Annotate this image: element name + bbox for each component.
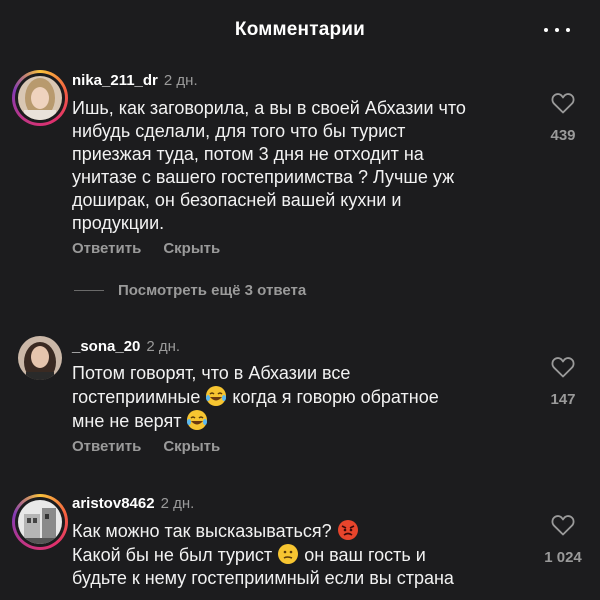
username[interactable]: aristov8462: [72, 495, 155, 512]
comment-line: Ишь, как заговорила, а вы в своей Абхази…: [72, 98, 466, 118]
reply-button[interactable]: Ответить: [72, 438, 141, 455]
comment-line: унитазе с вашего гостеприимства ? Лучше …: [72, 167, 455, 187]
comments-screen: Комментарии nika_211_dr 2 дн. Ишь, как з…: [0, 0, 600, 600]
reply-button[interactable]: Ответить: [72, 240, 141, 257]
divider-line: [74, 290, 104, 291]
like-count: 439: [550, 127, 576, 144]
more-options-icon[interactable]: [544, 20, 570, 40]
comment-time: 2 дн.: [163, 72, 198, 89]
comment-line: мне не верят: [72, 409, 512, 433]
comment-line: гостеприимные когда я говорю обратное: [72, 385, 512, 409]
angry-face-emoji-icon: [337, 520, 358, 540]
like-control: 147: [533, 356, 593, 408]
comment-fragment: Как можно так высказываться?: [72, 521, 332, 541]
comments-header: Комментарии: [0, 0, 600, 60]
comment-line: Как можно так высказываться?: [72, 519, 512, 543]
hide-button[interactable]: Скрыть: [163, 240, 220, 257]
comment-line: будьте к нему гостеприимный если вы стра…: [72, 568, 454, 588]
comment-text: Потом говорят, что в Абхазии все гостепр…: [72, 362, 512, 433]
comment-fragment: когда я говорю обратное: [232, 387, 439, 407]
comment-line: доширак, он безопасней вашей кухни и: [72, 190, 402, 210]
comment-line: продукции.: [72, 213, 165, 233]
comment-fragment: он ваш гость и: [304, 545, 426, 565]
comment-header: _sona_20 2 дн.: [72, 338, 180, 355]
comment-fragment: гостеприимные: [72, 387, 201, 407]
avatar-story-ring[interactable]: [12, 494, 68, 550]
like-count: 1 024: [544, 549, 582, 566]
view-replies-label: Посмотреть ещё 3 ответа: [118, 282, 307, 299]
comment-fragment: мне не верят: [72, 411, 182, 431]
comment-fragment: Какой бы не был турист: [72, 545, 273, 565]
comment-actions: Ответить Скрыть: [72, 240, 220, 257]
like-control: 439: [533, 92, 593, 144]
avatar: [18, 336, 62, 380]
comment-header: nika_211_dr 2 дн.: [72, 72, 198, 89]
avatar-story-ring[interactable]: [12, 70, 68, 126]
username[interactable]: _sona_20: [72, 338, 140, 355]
heart-icon[interactable]: [551, 356, 575, 378]
avatar-frame[interactable]: [12, 330, 68, 386]
comment-text: Как можно так высказываться? Какой бы не…: [72, 519, 512, 590]
page-title: Комментарии: [234, 19, 366, 40]
tears-of-joy-emoji-icon: [206, 386, 227, 406]
comment-header: aristov8462 2 дн.: [72, 495, 194, 512]
comment-line: приезжая туда, потом 3 дня не отходит на: [72, 144, 424, 164]
like-control: 1 024: [533, 514, 593, 566]
hide-button[interactable]: Скрыть: [163, 438, 220, 455]
comment-time: 2 дн.: [146, 338, 181, 355]
avatar: [18, 500, 62, 544]
comment-line: нибудь сделали, для того что бы турист: [72, 121, 406, 141]
username[interactable]: nika_211_dr: [72, 72, 158, 89]
comment-line: Потом говорят, что в Абхазии все: [72, 363, 351, 383]
tears-of-joy-emoji-icon: [187, 410, 208, 430]
avatar: [18, 76, 62, 120]
heart-icon[interactable]: [551, 92, 575, 114]
comment-text: Ишь, как заговорила, а вы в своей Абхази…: [72, 97, 512, 235]
like-count: 147: [550, 391, 576, 408]
comment-time: 2 дн.: [160, 495, 195, 512]
view-replies-button[interactable]: Посмотреть ещё 3 ответа: [74, 282, 306, 299]
comment-actions: Ответить Скрыть: [72, 438, 220, 455]
heart-icon[interactable]: [551, 514, 575, 536]
comment-line: Какой бы не был турист он ваш гость и: [72, 543, 512, 567]
confused-face-emoji-icon: [278, 544, 299, 564]
